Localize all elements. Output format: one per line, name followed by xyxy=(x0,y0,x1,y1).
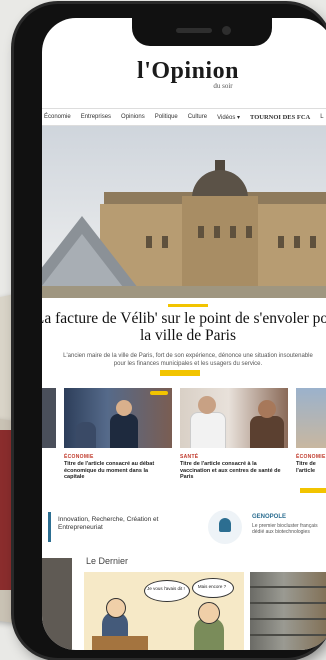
nav-item-politique[interactable]: Politique xyxy=(155,114,178,120)
hero-headline[interactable]: La facture de Vélib' sur le point de s'e… xyxy=(42,310,326,344)
nav-item-opinions[interactable]: Opinions xyxy=(121,114,145,120)
phone-notch xyxy=(132,18,272,46)
partner-name: GENOPOLE xyxy=(252,514,287,520)
card-tag: ÉCONOMIE xyxy=(64,454,94,460)
article-photo[interactable] xyxy=(250,572,326,650)
thumb-person xyxy=(110,414,138,448)
thumb-person xyxy=(250,416,284,448)
partner-text: Innovation, Recherche, Création et Entre… xyxy=(58,516,159,531)
thumb-person xyxy=(190,412,226,448)
partner-banner[interactable]: Innovation, Recherche, Création et Entre… xyxy=(48,508,326,548)
site-logo[interactable]: l'Opinion du soir xyxy=(42,58,326,90)
hero-window xyxy=(246,226,252,238)
cartoon-head xyxy=(198,602,220,624)
nav-item-highlight[interactable]: TOURNOI DES FCA xyxy=(250,114,310,121)
hero-lede: L'ancien maire de la ville de Paris, for… xyxy=(63,353,313,367)
thumb-head xyxy=(198,396,216,414)
photo-shelf xyxy=(250,634,326,636)
article-cards: ÉCONOMIE Titre de l'article consacré au … xyxy=(42,388,326,493)
camera-icon xyxy=(222,26,231,35)
main-nav: Économie Entreprises Opinions Politique … xyxy=(42,108,326,126)
bubble-text: Mais encore ? xyxy=(197,584,227,589)
card-tag: ÉCONOMIE xyxy=(296,454,326,460)
partner-logo-icon xyxy=(208,510,242,544)
card-thumbnail[interactable] xyxy=(180,388,288,448)
phone-frame: l'Opinion du soir Économie Entreprises O… xyxy=(14,4,326,658)
cartoon-head xyxy=(106,598,126,618)
card-title[interactable]: Titre de l'article consacré à la vaccina… xyxy=(180,461,284,481)
speaker-icon xyxy=(176,28,212,33)
background-strip xyxy=(0,430,12,590)
hero-window xyxy=(278,236,284,248)
speech-bubble xyxy=(144,580,190,602)
card-thumbnail[interactable] xyxy=(296,388,326,448)
article-kicker xyxy=(168,304,208,307)
hero-pavilion xyxy=(182,196,258,298)
photo-shelf xyxy=(250,586,326,588)
photo-shelf xyxy=(250,602,326,604)
nav-item-videos[interactable]: Vidéos ▾ xyxy=(217,114,240,121)
card-thumbnail[interactable] xyxy=(64,388,172,448)
partner-rule xyxy=(48,512,51,542)
card-accent-bar xyxy=(300,488,326,493)
read-more-button[interactable] xyxy=(160,370,200,376)
hero-window xyxy=(162,236,168,248)
card-tag: SANTÉ xyxy=(180,454,199,460)
section-title: Le Dernier xyxy=(86,556,129,566)
partner-logo-mark xyxy=(219,518,231,532)
logo-text: l'Opinion xyxy=(137,58,239,84)
bubble-text: Je vous l'avais dit ! xyxy=(147,586,185,591)
photo-shelf xyxy=(250,618,326,620)
hero-image[interactable] xyxy=(42,126,326,298)
nav-item-culture[interactable]: Culture xyxy=(188,114,207,120)
card-thumbnail[interactable] xyxy=(42,388,56,448)
nav-item-more[interactable]: L xyxy=(320,114,323,120)
thumb-head xyxy=(116,400,132,416)
side-thumbnail[interactable] xyxy=(42,558,72,650)
thumb-head xyxy=(258,400,276,418)
cartoon-image[interactable]: Je vous l'avais dit ! Mais encore ? xyxy=(84,572,244,650)
hero-window xyxy=(294,236,300,248)
hero-ground xyxy=(42,286,326,298)
card-title[interactable]: Titre de l'article consacré au débat éco… xyxy=(64,461,168,481)
card-title[interactable]: Titre de l'article xyxy=(296,461,326,474)
partner-description: Le premier biocluster français dédié aux… xyxy=(252,523,318,535)
hero-window xyxy=(310,236,316,248)
cartoon-desk xyxy=(92,636,148,650)
hero-window xyxy=(230,226,236,238)
hero-window xyxy=(214,226,220,238)
nav-item-entreprises[interactable]: Entreprises xyxy=(81,114,111,120)
nav-item-economie[interactable]: Économie xyxy=(44,114,71,120)
hero-window xyxy=(198,226,204,238)
phone-screen: l'Opinion du soir Économie Entreprises O… xyxy=(42,18,326,650)
thumb-person xyxy=(76,422,96,448)
video-badge xyxy=(150,391,168,395)
